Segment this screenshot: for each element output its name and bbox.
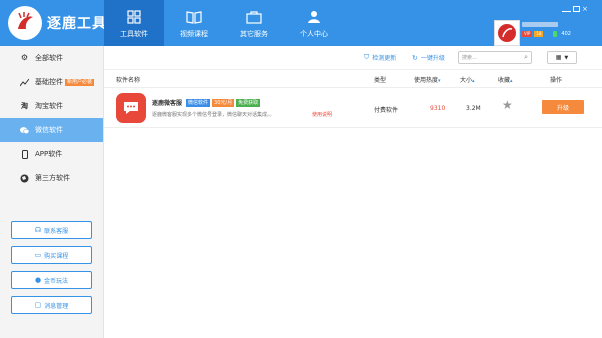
- sidebar-item-app[interactable]: APP软件: [0, 142, 103, 166]
- person-icon: [307, 8, 321, 26]
- col-name: 软件名称: [116, 77, 141, 84]
- coin-icon: ●: [34, 276, 42, 284]
- nav-tab-label: 其它服务: [240, 29, 268, 38]
- sidebar-item-thirdparty[interactable]: 第三方软件: [0, 166, 103, 190]
- grid-view-icon: ▦: [555, 54, 562, 61]
- col-size[interactable]: 大小▴: [460, 75, 475, 84]
- header-bar: 逐鹿工具箱 工具软件 视频课程 其它服务 个人中心 VIP 18 402 ×: [0, 0, 602, 46]
- col-heat[interactable]: 使用热度▾: [414, 75, 441, 84]
- contact-support-button[interactable]: ☊ 联系客服: [11, 221, 92, 239]
- headset-icon: ☊: [34, 226, 42, 234]
- button-label: 消息管理: [44, 302, 69, 310]
- phone-icon: [20, 149, 29, 159]
- search-input[interactable]: 搜索... ⌕: [458, 51, 532, 64]
- globe-icon: [20, 174, 29, 183]
- message-manage-button[interactable]: ▢ 消息管理: [11, 296, 92, 314]
- gears-icon: ⚙: [20, 53, 29, 62]
- button-label: 购买课程: [44, 252, 69, 260]
- button-label: 金币玩法: [44, 277, 69, 285]
- sidebar-item-label: 全部软件: [35, 54, 63, 62]
- grid-icon: [127, 8, 141, 26]
- app-name: 逐鹿微客服: [152, 100, 183, 107]
- trend-icon: [20, 78, 29, 87]
- upgrade-button[interactable]: 升级: [542, 100, 584, 114]
- window-controls: ×: [562, 6, 591, 13]
- button-label: 检测更新: [372, 55, 397, 62]
- nav-tab-tools[interactable]: 工具软件: [104, 0, 164, 46]
- coin-count: 402: [561, 31, 571, 37]
- minimize-icon[interactable]: [562, 6, 571, 12]
- coin-icon: [553, 31, 558, 37]
- message-icon: ▢: [34, 301, 42, 309]
- col-action: 操作: [550, 77, 563, 84]
- toolbar: ⛉ 检测更新 ↻ 一键升级 搜索... ⌕ ▦ ▼: [104, 46, 602, 70]
- table-row: 逐鹿微客服 微信软件 30元/月 免费获取 逐鹿微客服实现多个微信号登录，微信聊…: [104, 88, 602, 128]
- sidebar-item-label: 淘宝软件: [35, 102, 63, 110]
- table-header: 软件名称 类型 使用热度▾ 大小▴ 收藏▴ 操作: [104, 70, 602, 88]
- user-info: VIP 18 402: [522, 22, 571, 37]
- nav-tab-label: 视频课程: [180, 29, 208, 38]
- vip-badge: VIP: [522, 31, 533, 37]
- chat-bubble-icon: [116, 93, 146, 123]
- app-size: 3.2M: [466, 105, 481, 112]
- category-tag: 微信软件: [186, 98, 211, 107]
- col-size-label: 大小: [460, 77, 473, 84]
- sidebar-item-taobao[interactable]: 淘 淘宝软件: [0, 94, 103, 118]
- shield-icon: ⛉: [364, 53, 370, 61]
- chevron-down-icon: ▼: [564, 54, 569, 61]
- nav-tab-profile[interactable]: 个人中心: [284, 0, 344, 46]
- view-mode-dropdown[interactable]: ▦ ▼: [547, 51, 577, 64]
- app-description: 逐鹿微客服实现多个微信号登录，微信聊天对话集成。。: [152, 112, 275, 118]
- taobao-icon: 淘: [21, 101, 28, 110]
- col-heat-label: 使用热度: [414, 77, 439, 84]
- button-label: 联系客服: [44, 227, 69, 235]
- sidebar-actions: ☊ 联系客服 ▭ 购买课程 ● 金币玩法 ▢ 消息管理: [11, 221, 92, 321]
- new-user-tag: 新用户必装: [65, 78, 95, 86]
- sort-arrow-icon: ▾: [438, 78, 441, 84]
- app-name-line: 逐鹿微客服 微信软件 30元/月 免费获取: [152, 98, 261, 107]
- search-placeholder: 搜索...: [462, 55, 477, 61]
- col-fav-label: 收藏: [498, 77, 511, 84]
- free-tag: 免费获取: [236, 98, 261, 107]
- sidebar-item-basic[interactable]: 基础控件 新用户必装: [0, 70, 103, 94]
- nav-tab-label: 个人中心: [300, 29, 328, 38]
- app-heat: 9310: [430, 105, 446, 112]
- nav-tab-courses[interactable]: 视频课程: [164, 0, 224, 46]
- app-type: 付费软件: [374, 107, 399, 114]
- buy-course-button[interactable]: ▭ 购买课程: [11, 246, 92, 264]
- deer-logo-icon: [8, 6, 42, 40]
- one-click-upgrade-button[interactable]: ↻ 一键升级: [412, 53, 445, 63]
- close-icon[interactable]: ×: [582, 6, 591, 13]
- username-redacted: [522, 22, 558, 27]
- favorite-star-icon[interactable]: ★: [502, 99, 513, 111]
- sidebar-item-all[interactable]: ⚙ 全部软件: [0, 46, 103, 70]
- briefcase-icon: [246, 8, 262, 26]
- level-badge: 18: [534, 31, 544, 37]
- sidebar-item-label: 基础控件: [35, 78, 63, 86]
- search-icon[interactable]: ⌕: [524, 53, 528, 62]
- sidebar-item-label: 微信软件: [35, 126, 63, 134]
- avatar[interactable]: [494, 20, 520, 46]
- wechat-icon: [20, 126, 29, 135]
- sidebar-item-wechat[interactable]: 微信软件: [0, 118, 103, 142]
- sidebar-item-label: APP软件: [35, 150, 63, 158]
- tutorial-link[interactable]: 使用说明: [312, 111, 332, 118]
- price-tag: 30元/月: [212, 98, 235, 107]
- book-icon: [186, 8, 202, 26]
- nav-tab-services[interactable]: 其它服务: [224, 0, 284, 46]
- coin-play-button[interactable]: ● 金币玩法: [11, 271, 92, 289]
- sort-arrow-icon: ▴: [510, 78, 513, 84]
- refresh-icon: ↻: [412, 53, 418, 62]
- nav-tab-label: 工具软件: [120, 29, 148, 38]
- maximize-icon[interactable]: [573, 6, 580, 12]
- cart-icon: ▭: [34, 251, 42, 259]
- sidebar-item-label: 第三方软件: [35, 174, 70, 182]
- check-update-button[interactable]: ⛉ 检测更新: [364, 53, 396, 62]
- button-label: 一键升级: [420, 55, 445, 62]
- sidebar: ⚙ 全部软件 基础控件 新用户必装 淘 淘宝软件 微信软件 APP软件 第三方软…: [0, 46, 104, 338]
- sort-arrow-icon: ▴: [472, 78, 475, 84]
- col-fav[interactable]: 收藏▴: [498, 75, 513, 84]
- col-type: 类型: [374, 77, 387, 84]
- main-nav: 工具软件 视频课程 其它服务 个人中心: [104, 0, 344, 46]
